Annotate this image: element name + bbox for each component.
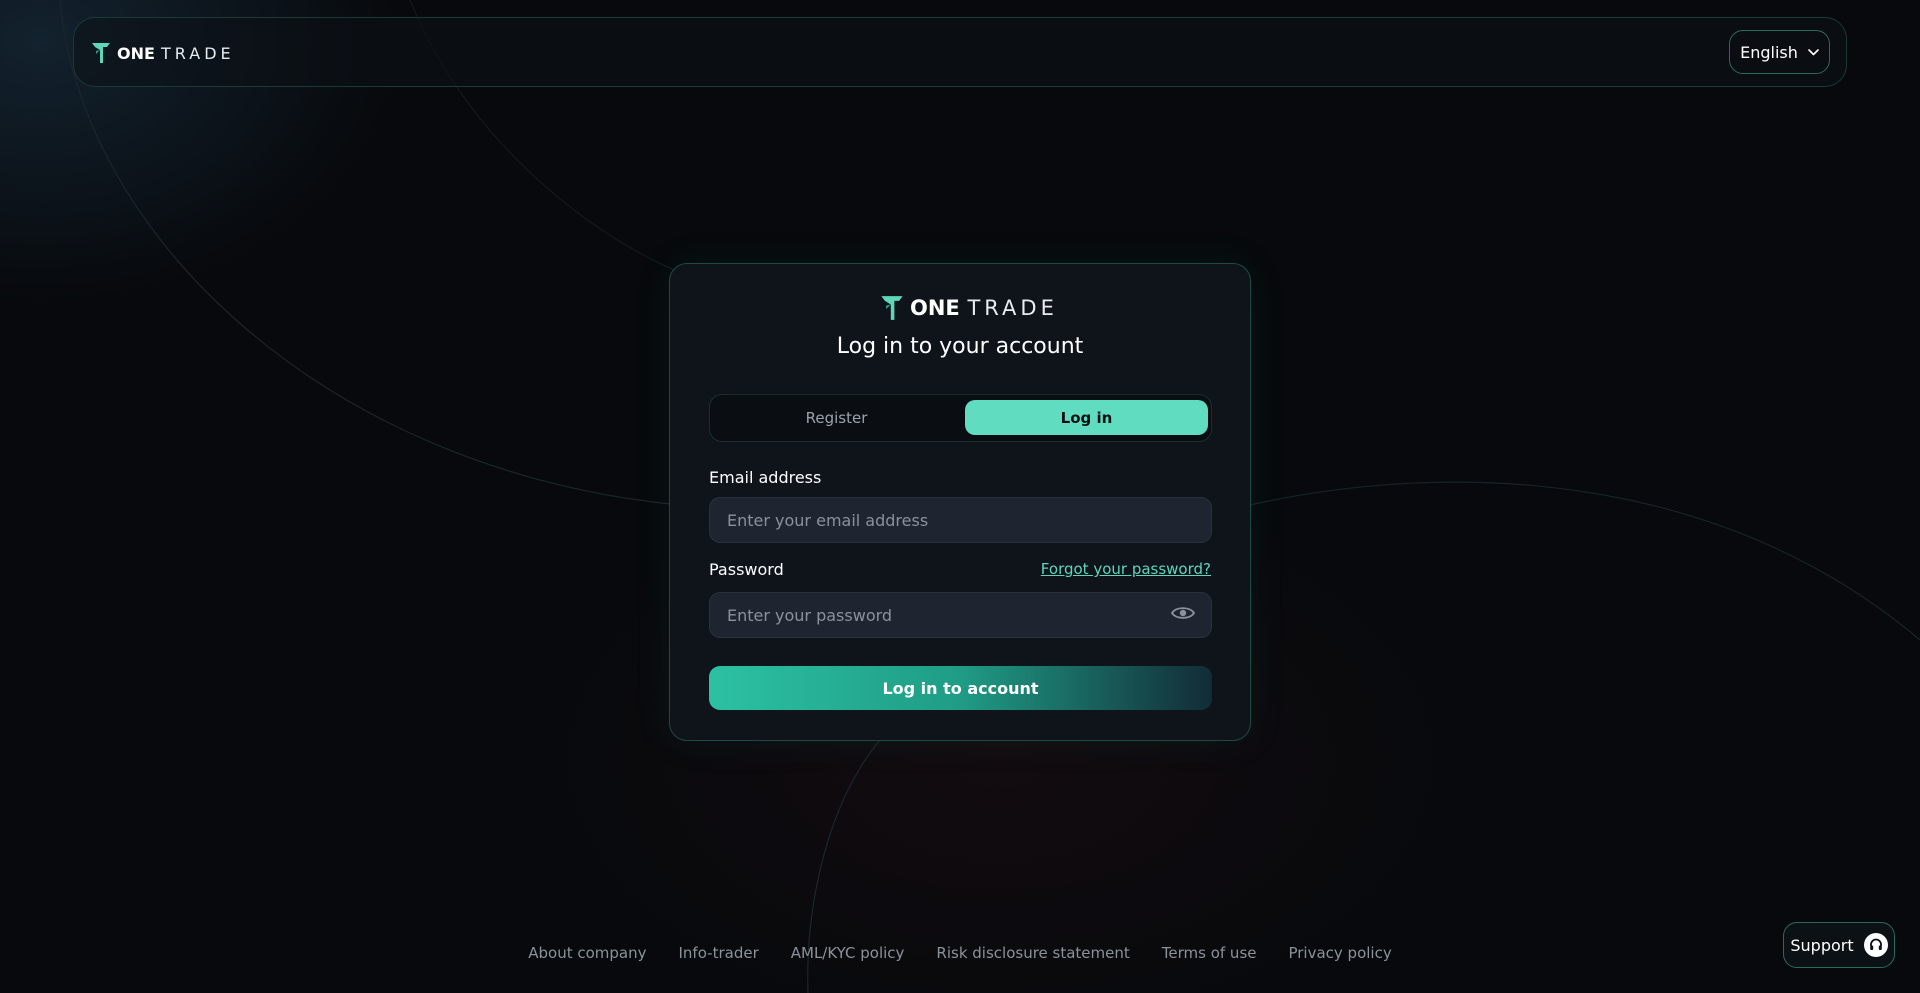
footer-links: About company Info-trader AML/KYC policy… — [0, 944, 1920, 966]
footer-link-about[interactable]: About company — [528, 944, 646, 966]
footer-link-risk-disclosure[interactable]: Risk disclosure statement — [936, 944, 1129, 966]
top-header: ONE TRADE English — [73, 17, 1847, 87]
footer-link-info-trader[interactable]: Info-trader — [679, 944, 759, 966]
footer-link-privacy[interactable]: Privacy policy — [1288, 944, 1391, 966]
page-title: Log in to your account — [836, 334, 1084, 359]
tab-login[interactable]: Log in — [965, 400, 1208, 435]
eye-icon[interactable] — [1171, 605, 1195, 621]
tab-register[interactable]: Register — [715, 400, 958, 435]
language-select[interactable]: English — [1729, 30, 1830, 74]
chevron-down-icon — [1808, 48, 1819, 55]
language-label: English — [1740, 42, 1798, 62]
support-button[interactable]: Support — [1783, 922, 1895, 968]
card-logo: ONE TRADE — [880, 295, 1058, 321]
email-label: Email address — [709, 468, 822, 487]
login-card: ONE TRADE Log in to your account Registe… — [669, 263, 1251, 741]
password-field[interactable] — [709, 592, 1212, 638]
header-logo[interactable]: ONE TRADE — [91, 42, 235, 64]
auth-tabs: Register Log in — [709, 394, 1212, 442]
password-label: Password — [709, 560, 784, 579]
login-submit-button[interactable]: Log in to account — [709, 666, 1212, 710]
logo-text: ONE TRADE — [910, 296, 1058, 320]
email-field[interactable] — [709, 497, 1212, 543]
logo-text: ONE TRADE — [117, 43, 235, 63]
forgot-password-link[interactable]: Forgot your password? — [1041, 560, 1211, 578]
support-label: Support — [1790, 935, 1854, 955]
footer-link-aml-kyc[interactable]: AML/KYC policy — [791, 944, 905, 966]
logo-icon — [881, 296, 903, 320]
headset-icon — [1863, 933, 1888, 957]
logo-icon — [92, 43, 110, 63]
footer-link-terms[interactable]: Terms of use — [1162, 944, 1257, 966]
